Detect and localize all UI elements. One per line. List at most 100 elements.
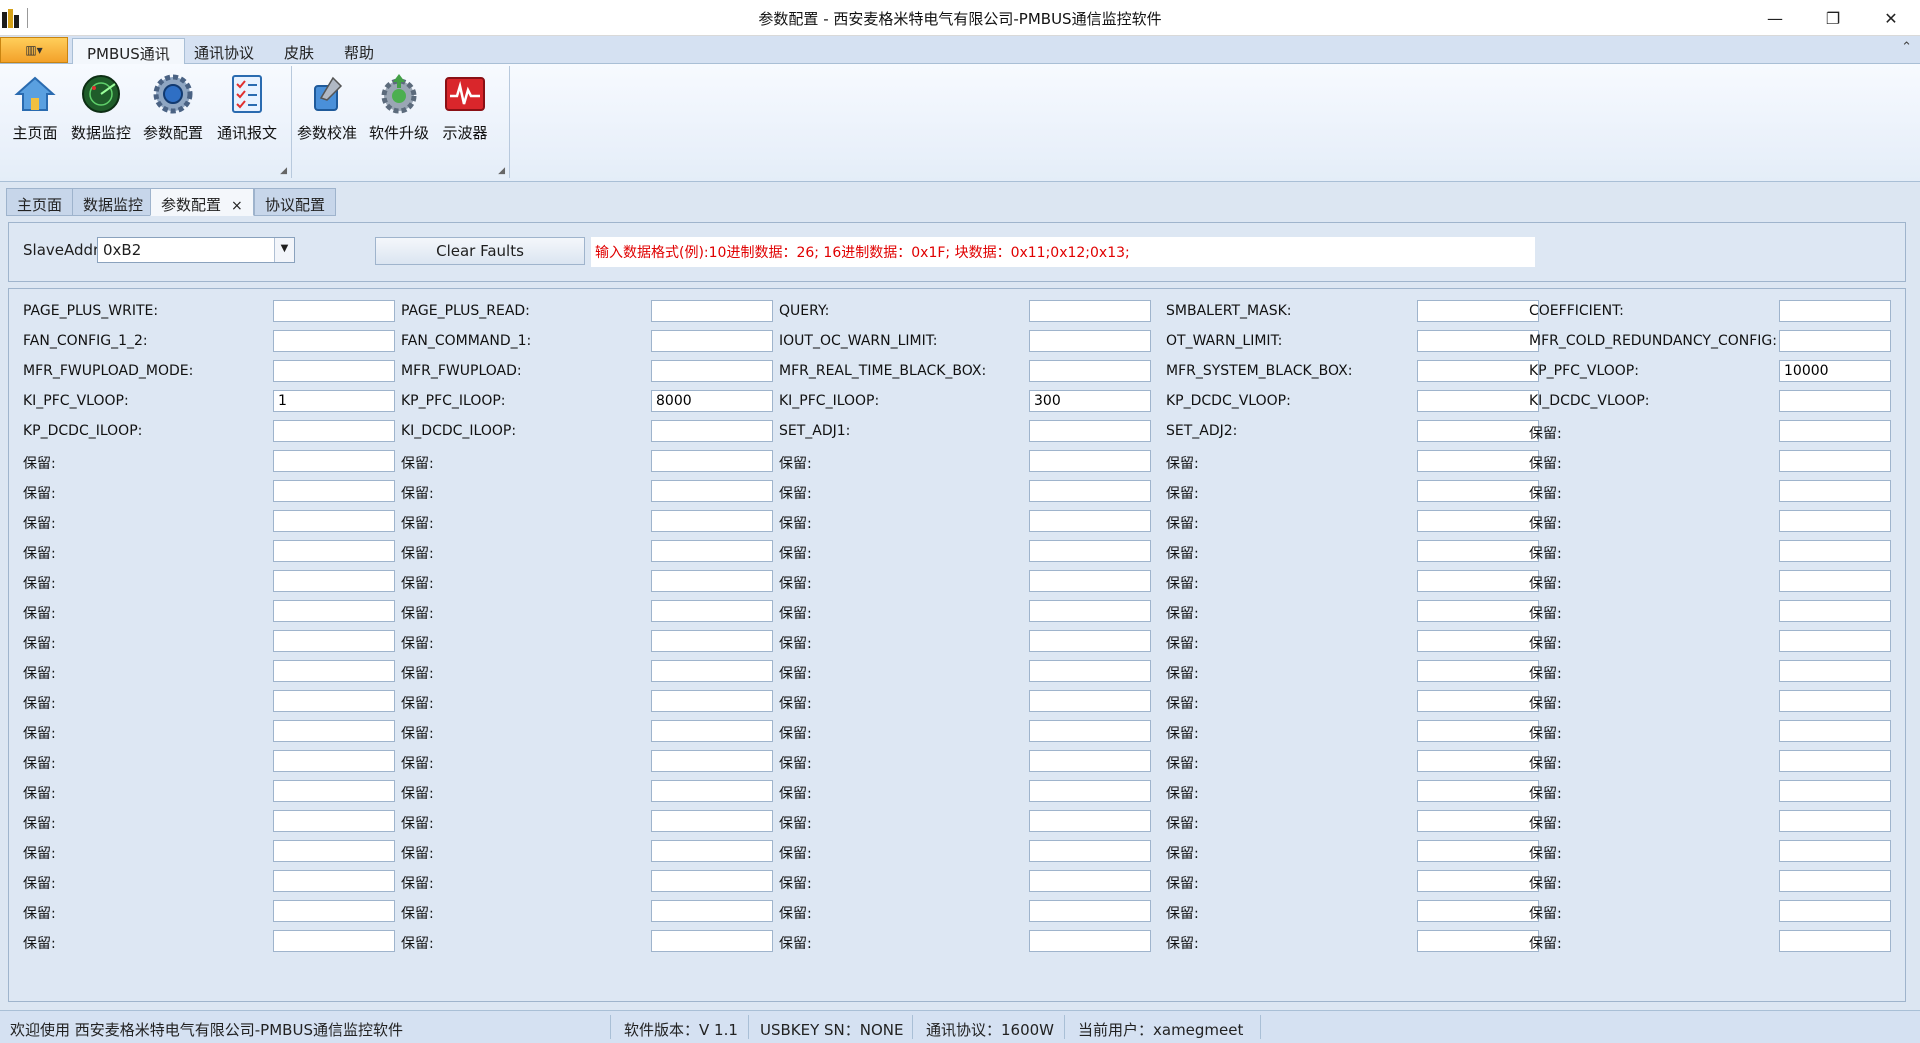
param-value-input[interactable] <box>651 840 773 862</box>
ribbon-tab-help[interactable]: 帮助 <box>330 38 388 64</box>
param-value-input[interactable] <box>273 870 395 892</box>
param-value-input[interactable] <box>651 360 773 382</box>
param-value-input[interactable] <box>651 510 773 532</box>
param-value-input[interactable] <box>1417 870 1539 892</box>
chevron-down-icon[interactable]: ▼ <box>274 238 294 262</box>
param-value-input[interactable] <box>1417 510 1539 532</box>
param-value-input[interactable] <box>651 420 773 442</box>
ribbon-collapse-icon[interactable]: ⌃ <box>1901 40 1912 55</box>
param-value-input[interactable] <box>273 570 395 592</box>
param-calibration-button[interactable]: 参数校准 <box>292 72 362 143</box>
param-value-input[interactable] <box>1779 570 1891 592</box>
param-value-input[interactable] <box>273 330 395 352</box>
close-tab-icon[interactable]: × <box>231 198 243 214</box>
param-value-input[interactable] <box>651 900 773 922</box>
param-value-input[interactable] <box>273 480 395 502</box>
param-value-input[interactable] <box>1417 420 1539 442</box>
clear-faults-button[interactable]: Clear Faults <box>375 237 585 265</box>
param-value-input[interactable] <box>273 510 395 532</box>
param-value-input[interactable] <box>1779 300 1891 322</box>
param-value-input[interactable] <box>1779 810 1891 832</box>
param-value-input[interactable] <box>651 810 773 832</box>
param-value-input[interactable] <box>273 720 395 742</box>
param-value-input[interactable] <box>1417 900 1539 922</box>
param-value-input[interactable] <box>1417 720 1539 742</box>
param-value-input[interactable] <box>651 780 773 802</box>
param-value-input[interactable] <box>1417 780 1539 802</box>
param-value-input[interactable] <box>1029 870 1151 892</box>
param-value-input[interactable] <box>273 660 395 682</box>
param-value-input[interactable] <box>1029 450 1151 472</box>
param-value-input[interactable] <box>1417 480 1539 502</box>
param-value-input[interactable] <box>1029 330 1151 352</box>
param-value-input[interactable] <box>1417 630 1539 652</box>
param-value-input[interactable] <box>1029 540 1151 562</box>
param-value-input[interactable] <box>1779 630 1891 652</box>
param-value-input[interactable] <box>651 720 773 742</box>
param-value-input[interactable] <box>651 930 773 952</box>
param-value-input[interactable] <box>1417 540 1539 562</box>
param-value-input[interactable] <box>1029 360 1151 382</box>
param-value-input[interactable] <box>1417 300 1539 322</box>
param-value-input[interactable] <box>1779 420 1891 442</box>
param-value-input[interactable] <box>1779 510 1891 532</box>
param-value-input[interactable] <box>1779 870 1891 892</box>
ribbon-tab-protocol[interactable]: 通讯协议 <box>180 38 268 64</box>
param-value-input[interactable] <box>651 330 773 352</box>
param-value-input[interactable] <box>1779 750 1891 772</box>
param-value-input[interactable] <box>1417 600 1539 622</box>
oscilloscope-button[interactable]: 示波器 <box>430 72 500 143</box>
param-value-input[interactable] <box>651 450 773 472</box>
param-value-input[interactable] <box>1779 720 1891 742</box>
param-value-input[interactable] <box>1029 600 1151 622</box>
param-value-input[interactable] <box>1417 330 1539 352</box>
param-value-input[interactable] <box>273 690 395 712</box>
param-value-input[interactable] <box>273 810 395 832</box>
param-value-input[interactable] <box>1029 900 1151 922</box>
param-value-input[interactable] <box>651 660 773 682</box>
param-value-input[interactable] <box>273 450 395 472</box>
param-value-input[interactable] <box>273 780 395 802</box>
param-value-input[interactable] <box>273 540 395 562</box>
param-value-input[interactable] <box>651 870 773 892</box>
param-value-input[interactable] <box>1029 690 1151 712</box>
param-value-input[interactable] <box>1029 570 1151 592</box>
param-value-input[interactable] <box>273 360 395 382</box>
home-page-button[interactable]: 主页面 <box>0 72 70 143</box>
param-value-input[interactable] <box>273 750 395 772</box>
param-value-input[interactable] <box>1779 330 1891 352</box>
param-value-input[interactable] <box>1417 810 1539 832</box>
param-value-input[interactable] <box>1029 780 1151 802</box>
ribbon-tab-pmbus[interactable]: PMBUS通讯 <box>72 38 185 64</box>
param-value-input[interactable] <box>1779 690 1891 712</box>
param-value-input[interactable] <box>1029 510 1151 532</box>
restore-button[interactable]: ❐ <box>1804 0 1862 36</box>
param-value-input[interactable] <box>651 600 773 622</box>
comm-message-button[interactable]: 通讯报文 <box>212 72 282 143</box>
param-value-input[interactable] <box>1029 300 1151 322</box>
param-value-input[interactable] <box>1417 840 1539 862</box>
doc-tab-protocol-config[interactable]: 协议配置 <box>254 188 337 216</box>
param-value-input[interactable] <box>1417 390 1539 412</box>
param-value-input[interactable] <box>1417 360 1539 382</box>
param-value-input[interactable] <box>1779 540 1891 562</box>
param-value-input[interactable] <box>1029 840 1151 862</box>
ribbon-tab-skin[interactable]: 皮肤 <box>270 38 328 64</box>
param-value-input[interactable] <box>1417 690 1539 712</box>
param-value-input[interactable] <box>273 930 395 952</box>
param-value-input[interactable] <box>1779 600 1891 622</box>
param-value-input[interactable] <box>1029 630 1151 652</box>
param-value-input[interactable] <box>1417 660 1539 682</box>
doc-tab-data-monitor[interactable]: 数据监控 <box>72 188 155 216</box>
data-monitor-button[interactable]: 数据监控 <box>66 72 136 143</box>
slave-addr-select[interactable]: 0xB2 ▼ <box>97 237 295 263</box>
close-window-button[interactable]: ✕ <box>1862 0 1920 36</box>
param-value-input[interactable] <box>1779 780 1891 802</box>
app-menu-button[interactable]: ▥▾ <box>0 37 68 63</box>
doc-tab-param-config[interactable]: 参数配置 × <box>150 188 254 216</box>
param-value-input[interactable] <box>651 750 773 772</box>
param-value-input[interactable] <box>273 600 395 622</box>
param-value-input[interactable]: 8000 <box>651 390 773 412</box>
minimize-button[interactable]: — <box>1746 0 1804 36</box>
param-config-button[interactable]: 参数配置 <box>138 72 208 143</box>
